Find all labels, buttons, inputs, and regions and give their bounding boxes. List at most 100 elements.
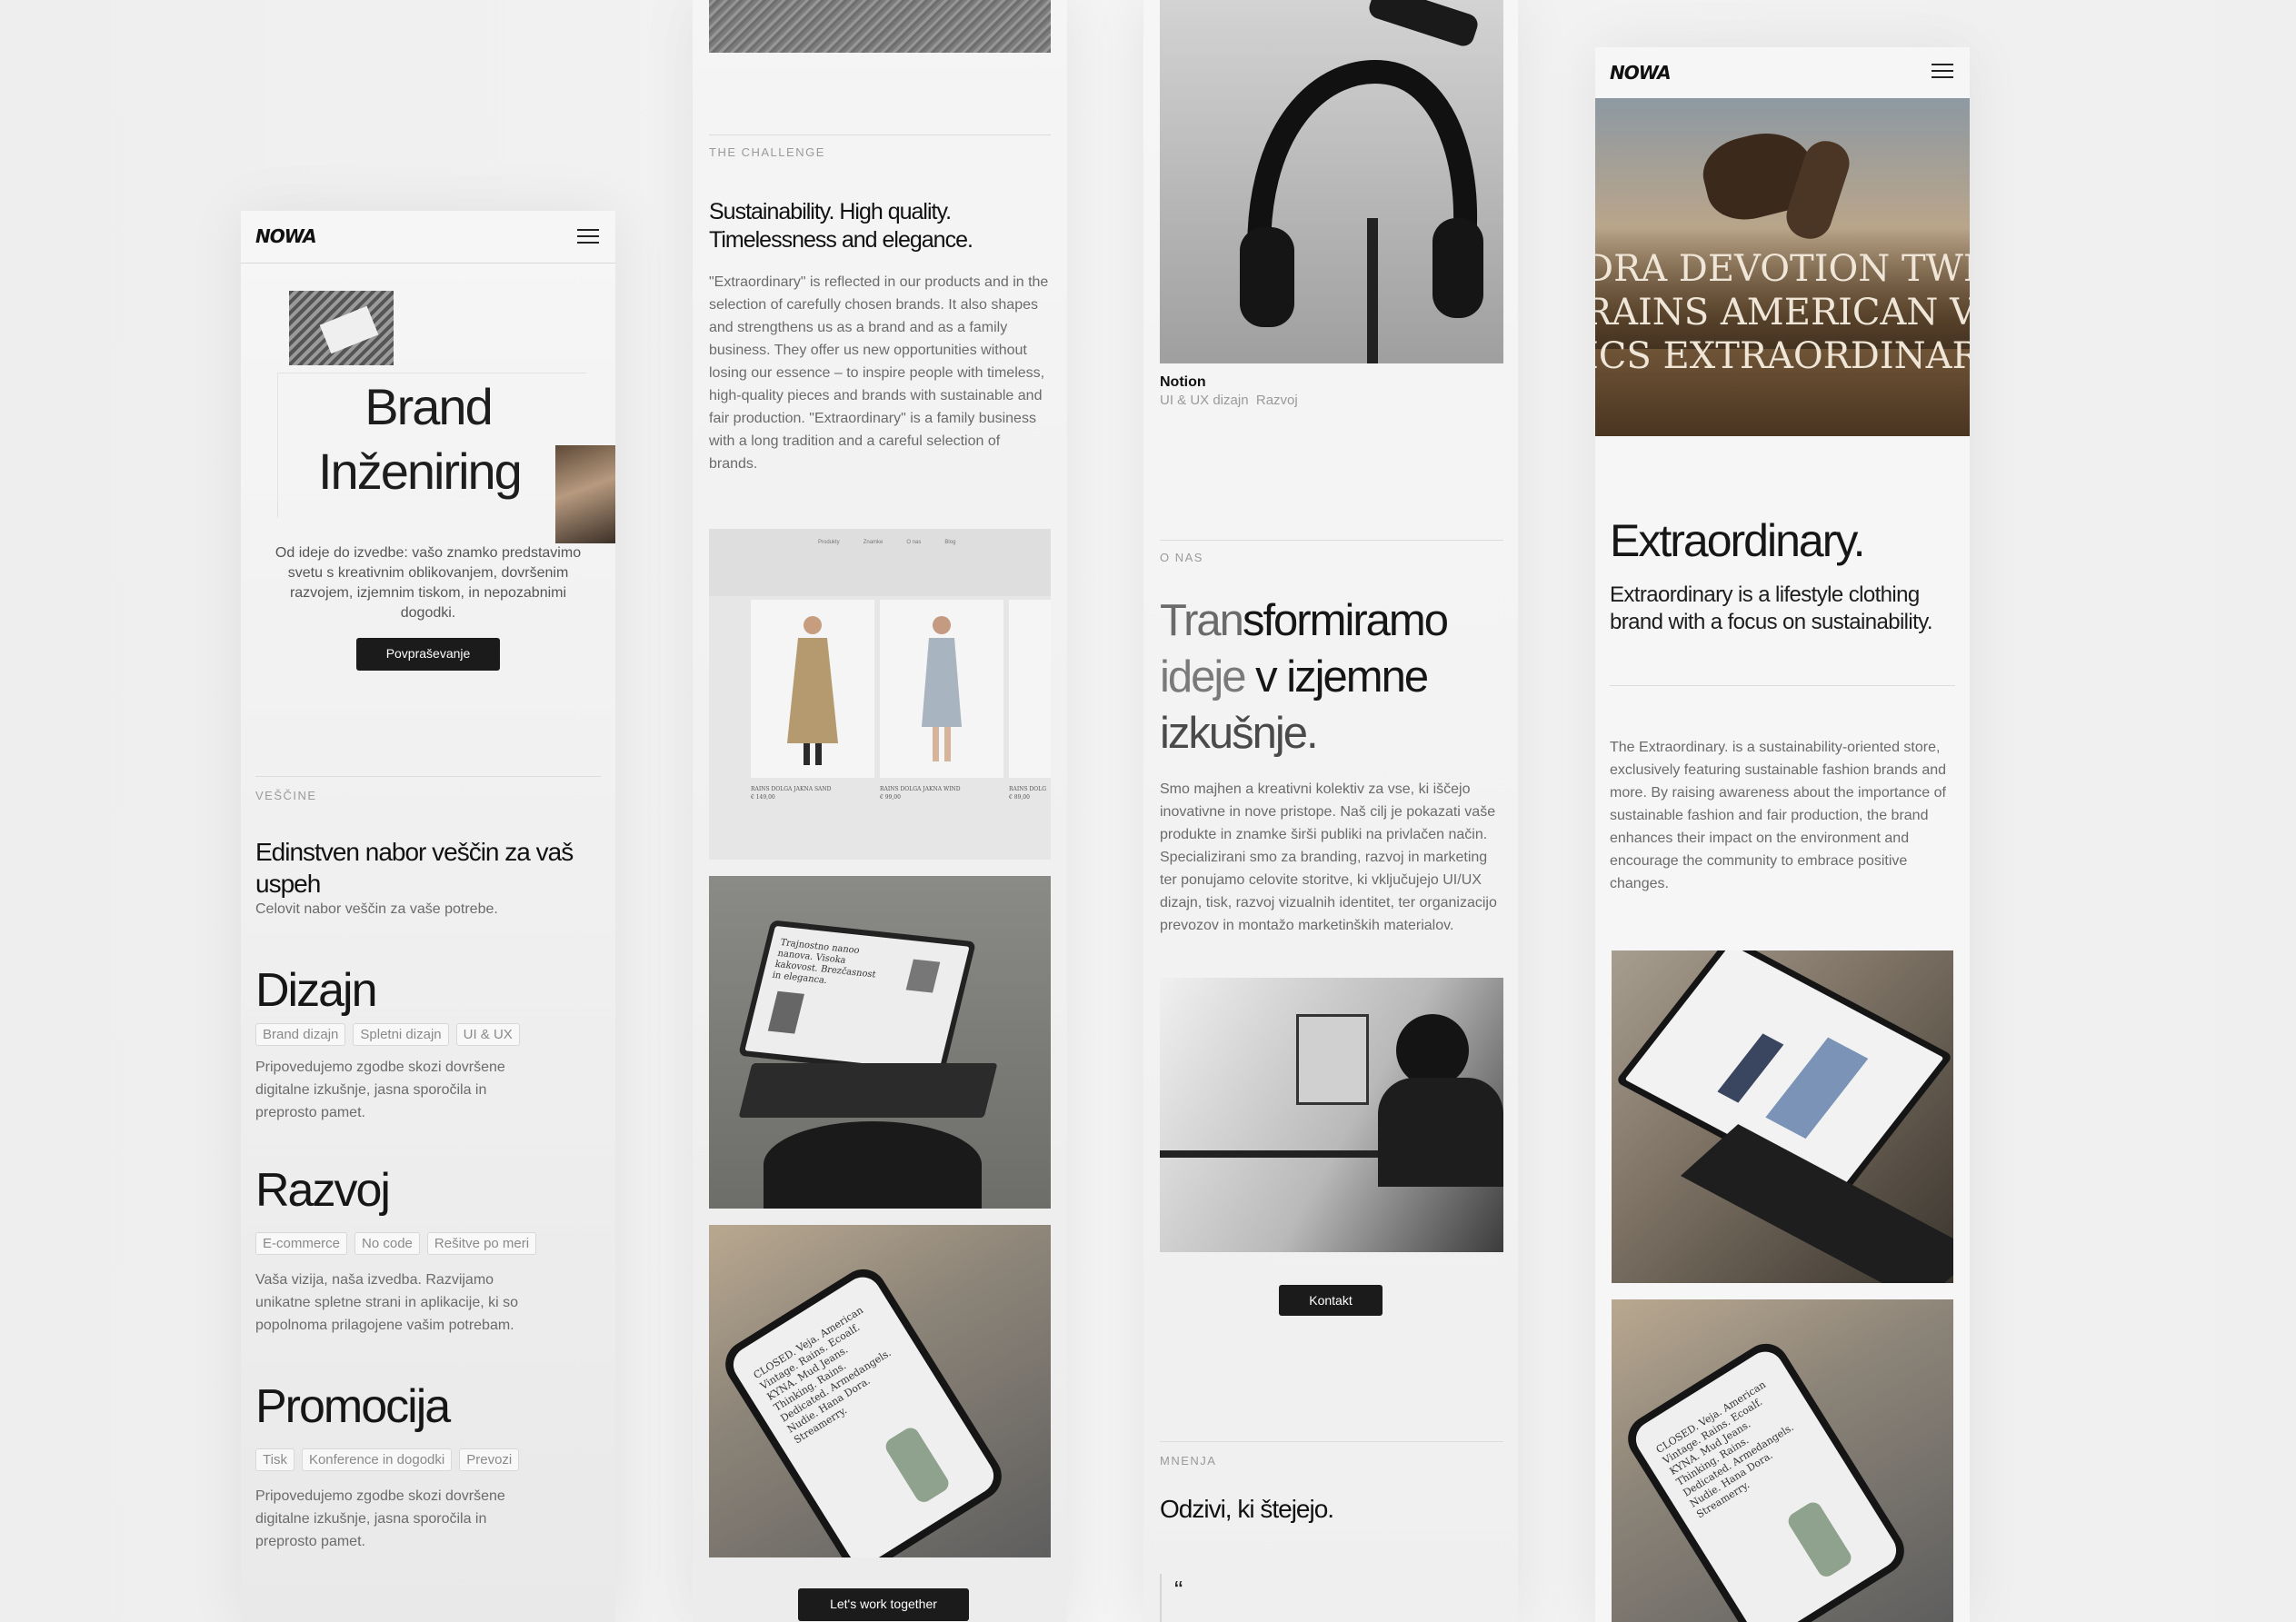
contact-button[interactable]: Kontakt xyxy=(1279,1285,1383,1316)
shop-nav-item: O nas xyxy=(906,540,922,545)
model-photo xyxy=(1717,1033,1784,1103)
banner-line: ICS EXTRAORDINARY xyxy=(1595,335,1970,377)
laptop-base xyxy=(738,1063,998,1118)
section-label: THE CHALLENGE xyxy=(709,145,825,159)
product-caption: RAINS DOLGA JAKNA SAND € 149,00 xyxy=(751,785,869,801)
brand-banner: DRA DEVOTION TWIN RAINS AMERICAN VIN ICS… xyxy=(1595,247,1970,378)
about-title-b: sformiramo xyxy=(1242,596,1449,645)
phone-photo: CLOSED. Vejа. American Vintage. Rains. E… xyxy=(1612,1299,1953,1622)
divider xyxy=(1160,1441,1503,1442)
divider xyxy=(1610,685,1955,686)
coat-figure-grey xyxy=(922,616,962,761)
person-head xyxy=(1396,1014,1469,1087)
product-card xyxy=(880,600,1003,778)
model-figure xyxy=(882,1424,953,1506)
menu-icon[interactable] xyxy=(1932,64,1953,79)
thumb xyxy=(905,959,941,993)
laptop-screen: Trajnostno nanoo nanova. Visoka kakovost… xyxy=(737,920,977,1078)
shop-nav-item: Blog xyxy=(944,540,956,545)
about-title: Transformiramo ideje v izjemne izkušnje. xyxy=(1160,592,1503,761)
service-tags: Brand dizajn Spletni dizajn UI & UX xyxy=(255,1023,520,1046)
project-tags: UI & UX dizajn Razvoj xyxy=(1160,393,1298,408)
quote-bar xyxy=(1160,1574,1162,1622)
phone-screen: CLOSED. Vejа. American Vintage. Rains. E… xyxy=(1629,1345,1903,1622)
product-name: RAINS DOLGA JAKNA WIND xyxy=(880,786,961,792)
service-title: Razvoj xyxy=(255,1164,391,1217)
product-price: € 149,00 xyxy=(751,794,775,801)
headphones-photo xyxy=(1160,0,1503,363)
tag[interactable]: Rešitve po meri xyxy=(426,1232,537,1255)
laptop-photo: Trajnostno nanoo nanova. Visoka kakovost… xyxy=(709,876,1051,1209)
thumb xyxy=(767,990,804,1034)
section-label: VEŠČINE xyxy=(255,789,317,802)
shop-header: Produkty Znamke O nas Blog xyxy=(709,529,1051,596)
inquiry-button[interactable]: Povpraševanje xyxy=(356,638,500,671)
tag[interactable]: No code xyxy=(354,1232,420,1255)
product-name: RAINS DOLG xyxy=(1009,786,1046,792)
about-title-a: Tran xyxy=(1160,596,1244,645)
quote-mark: “ xyxy=(1174,1576,1183,1604)
laptop-photo xyxy=(1612,950,1953,1283)
mobile-screen-about: Notion UI & UX dizajn Razvoj O NAS Trans… xyxy=(1143,0,1518,1622)
about-title-d: v izjemne xyxy=(1244,652,1429,702)
card-shape xyxy=(319,305,379,354)
product-caption: RAINS DOLG € 89,00 xyxy=(1009,785,1051,801)
phone-text: CLOSED. Vejа. American Vintage. Rains. E… xyxy=(751,1304,893,1447)
tag[interactable]: Prevozi xyxy=(459,1448,520,1471)
about-title-c: ideje xyxy=(1160,652,1247,702)
phone-photo: CLOSED. Vejа. American Vintage. Rains. E… xyxy=(709,1225,1051,1557)
hero-title-line1: Brand xyxy=(364,378,493,435)
logo[interactable]: NOWA xyxy=(255,225,317,247)
project-title: Extraordinary. xyxy=(1610,515,1866,566)
service-title: Promocija xyxy=(255,1380,451,1433)
reviews-title: Odzivi, ki štejejo. xyxy=(1160,1495,1334,1523)
texture-image xyxy=(709,0,1051,53)
shop-screenshot: Produkty Znamke O nas Blog RAINS DOLGA J… xyxy=(709,529,1051,860)
tag[interactable]: E-commerce xyxy=(255,1232,348,1255)
laptop-headline: Trajnostno nanoo nanova. Visoka kakovost… xyxy=(771,937,877,987)
product-card xyxy=(751,600,874,778)
divider xyxy=(255,776,601,777)
mobile-screen-project: NOWA DRA DEVOTION TWIN RAINS AMERICAN VI… xyxy=(1595,47,1970,1622)
divider xyxy=(709,134,1051,135)
header: NOWA xyxy=(1595,47,1970,98)
banner-line: RAINS AMERICAN VIN xyxy=(1595,292,1970,333)
hero-photo: DRA DEVOTION TWIN RAINS AMERICAN VIN ICS… xyxy=(1595,98,1970,436)
phone-screen: CLOSED. Vejа. American Vintage. Rains. E… xyxy=(726,1270,1001,1557)
section-label: MNENJA xyxy=(1160,1454,1217,1468)
product-card-partial xyxy=(1009,600,1051,778)
tag[interactable]: UI & UX xyxy=(455,1023,520,1046)
menu-icon[interactable] xyxy=(577,229,599,244)
skills-title: Edinstven nabor veščin za vaš uspeh xyxy=(255,838,574,898)
hero-description: Od ideje do izvedbe: vašo znamko predsta… xyxy=(275,545,582,621)
shop-nav-item: Znamke xyxy=(863,540,883,545)
workspace-photo xyxy=(1160,978,1503,1252)
project-subtitle: Extraordinary is a lifestyle clothing br… xyxy=(1610,582,1933,634)
coat-figure-sand xyxy=(787,616,838,765)
project-name[interactable]: Notion xyxy=(1160,374,1206,391)
shop-nav: Produkty Znamke O nas Blog xyxy=(818,540,955,545)
laptop-display: Trajnostno nanoo nanova. Visoka kakovost… xyxy=(744,925,970,1072)
tag[interactable]: Brand dizajn xyxy=(255,1023,346,1046)
service-tags: Tisk Konference in dogodki Prevozi xyxy=(255,1448,520,1471)
tag[interactable]: Tisk xyxy=(255,1448,294,1471)
skills-subtitle: Celovit nabor veščin za vaše potrebe. xyxy=(255,901,498,917)
product-price: € 99,00 xyxy=(880,794,901,801)
logo[interactable]: NOWA xyxy=(1610,62,1672,84)
product-caption: RAINS DOLGA JAKNA WIND € 99,00 xyxy=(880,785,998,801)
divider xyxy=(1160,540,1503,541)
mobile-screen-case-study: THE CHALLENGE Sustainability. High quali… xyxy=(693,0,1067,1622)
service-tags: E-commerce No code Rešitve po meri xyxy=(255,1232,537,1255)
tag[interactable]: Konference in dogodki xyxy=(301,1448,453,1471)
header: NOWA xyxy=(241,211,615,264)
work-together-button[interactable]: Let's work together xyxy=(798,1588,969,1621)
phone-device: CLOSED. Vejа. American Vintage. Rains. E… xyxy=(1619,1335,1913,1622)
headphones-icon xyxy=(1240,0,1483,363)
product-name: RAINS DOLGA JAKNA SAND xyxy=(751,786,832,792)
hero-title-line2: Inženiring xyxy=(318,443,523,500)
person-body xyxy=(1378,1078,1503,1187)
mobile-screen-home: NOWA Brand Inženiring Od ideje do izvedb… xyxy=(241,211,615,1622)
about-title-e: izkušnje. xyxy=(1160,709,1319,758)
tag[interactable]: Spletni dizajn xyxy=(353,1023,449,1046)
section-label: O NAS xyxy=(1160,551,1203,564)
